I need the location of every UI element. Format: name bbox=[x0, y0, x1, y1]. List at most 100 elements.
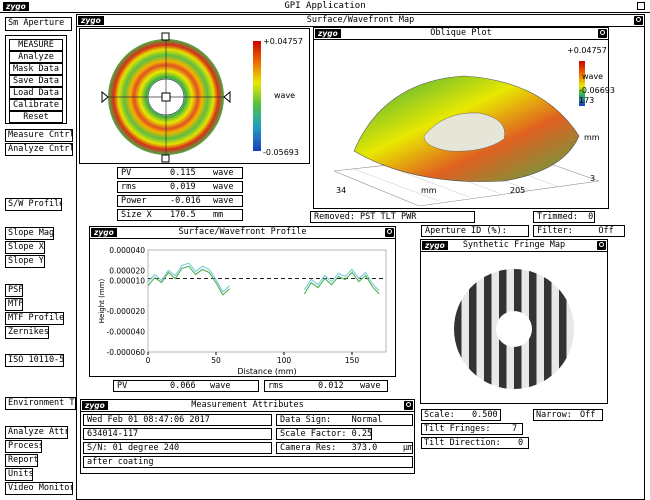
map-colorbar-min: -0.05693 bbox=[263, 148, 299, 157]
stat-label: Power bbox=[121, 196, 147, 206]
fringe-titlebar: zygo Synthetic Fringe Map bbox=[421, 240, 607, 252]
zoom-icon[interactable] bbox=[404, 401, 413, 410]
attr-note-field[interactable]: after coating bbox=[83, 456, 413, 468]
profile-rms-unit: wave bbox=[360, 381, 381, 391]
environment-button[interactable]: Environment Te bbox=[5, 397, 76, 410]
tilt-fringes-label: Tilt Fringes: bbox=[424, 424, 491, 434]
close-icon[interactable] bbox=[637, 2, 645, 10]
zygo-logo: zygo bbox=[422, 241, 448, 250]
mtf-button[interactable]: MTF bbox=[5, 298, 23, 311]
analyze-attr-button[interactable]: Analyze Attr bbox=[5, 426, 68, 439]
save-data-button[interactable]: Save Data bbox=[9, 75, 63, 87]
iso-10110-button[interactable]: ISO 10110-5 bbox=[5, 354, 64, 367]
stat-value: 0.115 bbox=[170, 168, 196, 178]
measure-cntrl-button[interactable]: Measure Cntrl bbox=[5, 129, 73, 142]
fringe-band bbox=[566, 269, 574, 389]
slope-x-button[interactable]: Slope X bbox=[5, 241, 45, 254]
attr-scale-factor-field[interactable]: Scale Factor: 0.25 bbox=[276, 428, 372, 440]
zernikes-button[interactable]: Zernikes bbox=[5, 326, 49, 339]
zoom-icon[interactable] bbox=[598, 29, 607, 38]
y-tick-label: 0.000040 bbox=[109, 246, 145, 255]
profile-window: zygo Surface/Wavefront Profile 0.000040 0… bbox=[89, 226, 396, 377]
aperture-button[interactable]: Sm Aperture bbox=[5, 17, 72, 31]
map-colorbar-max: +0.04757 bbox=[263, 37, 303, 46]
x-tick-label: 150 bbox=[345, 356, 360, 365]
app-title-bar: zygo GPI Application bbox=[0, 0, 650, 13]
oblique-colorbar-extra: 173 bbox=[579, 96, 595, 105]
map-marker[interactable] bbox=[161, 92, 171, 102]
reset-button[interactable]: Reset bbox=[9, 111, 63, 123]
profile-title: Surface/Wavefront Profile bbox=[178, 227, 307, 237]
aperture-id-field[interactable]: Aperture ID (%): bbox=[421, 225, 529, 237]
map-handle-bottom[interactable] bbox=[161, 154, 170, 163]
oblique-plot[interactable] bbox=[314, 41, 610, 209]
profile-rms-label: rms bbox=[268, 381, 284, 391]
zoom-icon[interactable] bbox=[385, 228, 394, 237]
analyze-cntrl-button[interactable]: Analyze Cntrl bbox=[5, 143, 73, 156]
trimmed-field: Trimmed: 0 bbox=[533, 211, 595, 223]
process-button[interactable]: Process bbox=[5, 440, 42, 453]
attr-sn-field[interactable]: S/N: 01 degree 240 bbox=[83, 442, 272, 454]
zoom-icon[interactable] bbox=[634, 16, 643, 25]
report-button[interactable]: Report bbox=[5, 454, 38, 467]
map-handle-left[interactable] bbox=[101, 90, 109, 104]
attributes-title: Measurement Attributes bbox=[191, 400, 304, 410]
oblique-axis-y-label: mm bbox=[584, 133, 600, 142]
fringe-band bbox=[461, 269, 469, 389]
map-colorbar bbox=[253, 41, 261, 151]
fringe-band bbox=[551, 269, 559, 389]
stat-unit: wave bbox=[213, 182, 234, 192]
psf-button[interactable]: PSF bbox=[5, 284, 23, 297]
surface-map-titlebar: zygo Surface/Wavefront Map bbox=[77, 15, 644, 27]
y-tick-label: -0.000020 bbox=[107, 307, 146, 316]
profile-chart[interactable]: 0.000040 0.000020 0.000010 -0.000020 -0.0000… bbox=[90, 240, 395, 376]
sw-profile-button[interactable]: S/W Profile bbox=[5, 198, 62, 211]
mask-data-button[interactable]: Mask Data bbox=[9, 63, 63, 75]
slope-y-button[interactable]: Slope Y bbox=[5, 255, 45, 268]
fringe-band bbox=[559, 269, 567, 389]
x-axis-label: Distance (mm) bbox=[237, 367, 296, 376]
oblique-title: Oblique Plot bbox=[430, 28, 492, 38]
filter-field[interactable]: Filter: Off bbox=[533, 225, 625, 237]
attr-camera-res-field[interactable]: Camera Res: 373.0 µm bbox=[276, 442, 413, 454]
map-handle-right[interactable] bbox=[223, 90, 231, 104]
attr-data-sign-field[interactable]: Data Sign: Normal bbox=[276, 414, 413, 426]
fringe-map[interactable] bbox=[421, 253, 607, 403]
fringe-window: zygo Synthetic Fringe Map bbox=[420, 239, 608, 404]
removed-field: Removed: PST TLT PWR bbox=[310, 211, 475, 223]
stat-value: -0.016 bbox=[170, 196, 201, 206]
analyze-button[interactable]: Analyze bbox=[9, 51, 63, 63]
zoom-icon[interactable] bbox=[597, 241, 606, 250]
attr-date-field[interactable]: Wed Feb 01 08:47:06 2017 bbox=[83, 414, 272, 426]
zygo-logo: zygo bbox=[315, 29, 341, 38]
video-monitor-button[interactable]: Video Monitor bbox=[5, 482, 73, 495]
map-handle-top[interactable] bbox=[161, 32, 170, 41]
stat-value: 0.019 bbox=[170, 182, 196, 192]
oblique-axis-x-max: 205 bbox=[510, 186, 526, 195]
mtf-profile-button[interactable]: MTF Profile bbox=[5, 312, 64, 325]
attributes-titlebar: zygo Measurement Attributes bbox=[81, 400, 414, 412]
load-data-button[interactable]: Load Data bbox=[9, 87, 63, 99]
attr-id-field[interactable]: 634014-117 bbox=[83, 428, 272, 440]
fringe-band bbox=[544, 269, 552, 389]
units-button[interactable]: Units bbox=[5, 468, 33, 481]
oblique-axis-y-min: 3 bbox=[590, 174, 596, 183]
y-tick-label: -0.000040 bbox=[107, 328, 146, 337]
measure-button[interactable]: MEASURE bbox=[9, 39, 63, 51]
slope-mag-button[interactable]: Slope Mag bbox=[5, 227, 54, 240]
tilt-direction-label: Tilt Direction: bbox=[424, 438, 501, 448]
oblique-axis-x-label: mm bbox=[421, 186, 437, 195]
calibrate-button[interactable]: Calibrate bbox=[9, 99, 63, 111]
stat-label: PV bbox=[121, 168, 132, 178]
stat-unit: mm bbox=[213, 210, 224, 220]
profile-titlebar: zygo Surface/Wavefront Profile bbox=[90, 227, 395, 239]
fringe-band bbox=[469, 269, 477, 389]
y-tick-label: 0.000010 bbox=[109, 277, 145, 286]
zygo-logo: zygo bbox=[78, 16, 104, 25]
stat-unit: wave bbox=[213, 196, 234, 206]
fringe-title: Synthetic Fringe Map bbox=[462, 240, 566, 250]
x-tick-label: 50 bbox=[211, 356, 221, 365]
tilt-fringes-value: 7 bbox=[512, 424, 518, 434]
narrow-value: Off bbox=[580, 410, 596, 420]
stat-label: rms bbox=[121, 182, 137, 192]
